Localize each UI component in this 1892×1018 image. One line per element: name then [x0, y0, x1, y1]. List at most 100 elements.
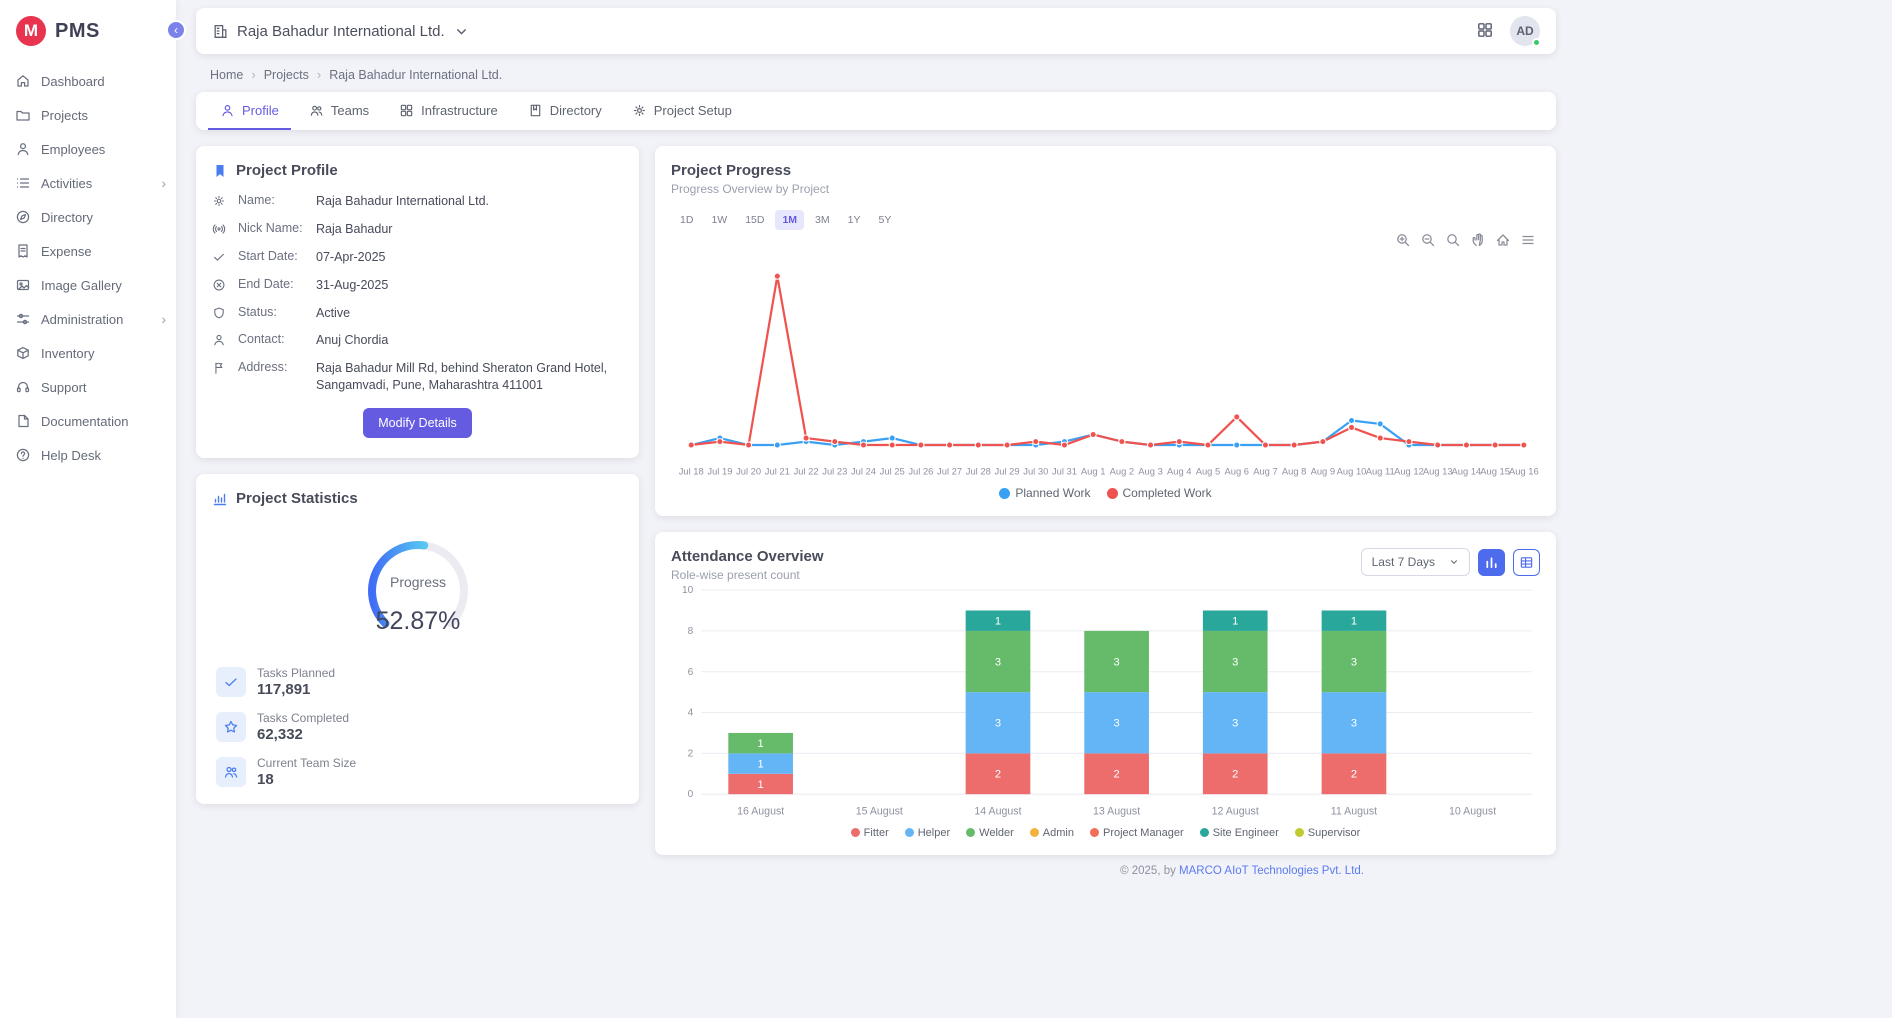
legend-supervisor[interactable]: Supervisor: [1295, 827, 1361, 839]
administration-icon: [15, 311, 31, 327]
legend-dot: [999, 488, 1010, 499]
sidebar-item-support[interactable]: Support: [0, 370, 176, 404]
sidebar-collapse-button[interactable]: ‹: [166, 20, 186, 40]
profile-field-nick-name-: Nick Name: Raja Bahadur: [212, 221, 623, 238]
sidebar-item-expense[interactable]: Expense: [0, 234, 176, 268]
menu-icon[interactable]: [1520, 232, 1536, 248]
sidebar-item-image-gallery[interactable]: Image Gallery: [0, 268, 176, 302]
field-value: Raja Bahadur: [316, 221, 623, 238]
breadcrumb-item-home[interactable]: Home: [210, 68, 243, 82]
legend-planned-work[interactable]: Planned Work: [999, 486, 1090, 500]
apps-grid-button[interactable]: [1476, 21, 1494, 42]
svg-text:Aug 3: Aug 3: [1138, 465, 1163, 476]
tab-label: Profile: [242, 103, 279, 118]
sidebar-item-activities[interactable]: Activities›: [0, 166, 176, 200]
svg-text:15 August: 15 August: [856, 806, 903, 818]
range-1w-button[interactable]: 1W: [704, 210, 734, 230]
attendance-chart[interactable]: 024681011116 August15 August233114 Augus…: [671, 582, 1540, 822]
sidebar-item-dashboard[interactable]: Dashboard: [0, 64, 176, 98]
legend-site-engineer[interactable]: Site Engineer: [1200, 827, 1279, 839]
legend-welder[interactable]: Welder: [966, 827, 1014, 839]
home-icon[interactable]: [1495, 232, 1511, 248]
legend-dot: [1107, 488, 1118, 499]
tab-directory[interactable]: Directory: [516, 92, 614, 130]
person-icon: [212, 333, 226, 347]
breadcrumb-item-projects[interactable]: Projects: [264, 68, 309, 82]
svg-text:1: 1: [758, 779, 764, 791]
tab-project-setup[interactable]: Project Setup: [620, 92, 744, 130]
svg-text:3: 3: [995, 718, 1001, 730]
gauge-value: 52.87%: [375, 607, 460, 635]
field-label: Nick Name:: [238, 221, 312, 235]
stat-tasks-completed: Tasks Completed62,332: [216, 711, 623, 743]
company-selector[interactable]: Raja Bahadur International Ltd.: [212, 23, 470, 40]
sidebar-item-inventory[interactable]: Inventory: [0, 336, 176, 370]
zoom-in-icon[interactable]: [1395, 232, 1411, 248]
pan-icon[interactable]: [1470, 232, 1486, 248]
svg-text:Aug 8: Aug 8: [1282, 465, 1307, 476]
tab-infrastructure[interactable]: Infrastructure: [387, 92, 510, 130]
range-3m-button[interactable]: 3M: [808, 210, 837, 230]
field-label: Status:: [238, 305, 312, 319]
project-progress-card: Project Progress Progress Overview by Pr…: [655, 146, 1556, 516]
sidebar-item-label: Projects: [41, 108, 166, 123]
zoom-selection-icon[interactable]: [1445, 232, 1461, 248]
gear-icon: [212, 194, 226, 208]
legend-admin[interactable]: Admin: [1030, 827, 1074, 839]
stat-items: Tasks Planned117,891 Tasks Completed62,33…: [212, 666, 623, 788]
sidebar-item-administration[interactable]: Administration›: [0, 302, 176, 336]
svg-text:3: 3: [1232, 657, 1238, 669]
chevron-down-icon: [453, 23, 470, 40]
footer-link[interactable]: MARCO AIoT Technologies Pvt. Ltd.: [1179, 865, 1364, 877]
legend-label: Project Manager: [1103, 827, 1184, 839]
footer-text: © 2025, by: [1120, 865, 1179, 877]
chart-subtitle: Progress Overview by Project: [671, 182, 829, 196]
stat-icon-box: [216, 712, 246, 742]
range-1d-button[interactable]: 1D: [673, 210, 700, 230]
table-view-toggle[interactable]: [1513, 549, 1540, 576]
field-value: Raja Bahadur International Ltd.: [316, 193, 623, 210]
legend-fitter[interactable]: Fitter: [851, 827, 889, 839]
stat-label: Tasks Planned: [257, 666, 335, 680]
sidebar-item-projects[interactable]: Projects: [0, 98, 176, 132]
expense-icon: [15, 243, 31, 259]
chevron-down-icon: [1449, 557, 1459, 567]
app-logo: M PMS: [0, 0, 176, 64]
svg-text:Aug 4: Aug 4: [1167, 465, 1191, 476]
svg-text:Jul 29: Jul 29: [995, 465, 1020, 476]
field-value: 07-Apr-2025: [316, 249, 623, 266]
stat-icon-box: [216, 667, 246, 697]
range-5y-button[interactable]: 5Y: [871, 210, 898, 230]
sidebar-item-documentation[interactable]: Documentation: [0, 404, 176, 438]
inventory-icon: [15, 345, 31, 361]
range-1y-button[interactable]: 1Y: [841, 210, 868, 230]
legend-project-manager[interactable]: Project Manager: [1090, 827, 1184, 839]
sidebar-item-employees[interactable]: Employees: [0, 132, 176, 166]
legend-label: Welder: [979, 827, 1014, 839]
user-menu[interactable]: AD: [1510, 16, 1540, 46]
tab-profile[interactable]: Profile: [208, 92, 291, 130]
svg-text:3: 3: [1114, 657, 1120, 669]
legend-helper[interactable]: Helper: [905, 827, 950, 839]
svg-text:1: 1: [1232, 616, 1238, 628]
tab-teams[interactable]: Teams: [297, 92, 381, 130]
sidebar-item-label: Expense: [41, 244, 166, 259]
legend-completed-work[interactable]: Completed Work: [1107, 486, 1212, 500]
range-15d-button[interactable]: 15D: [738, 210, 771, 230]
sidebar-item-help-desk[interactable]: Help Desk: [0, 438, 176, 472]
zoom-out-icon[interactable]: [1420, 232, 1436, 248]
bookmark-icon: [212, 163, 228, 179]
svg-text:Jul 20: Jul 20: [736, 465, 761, 476]
project-progress-chart[interactable]: Jul 18Jul 19Jul 20Jul 21Jul 22Jul 23Jul …: [671, 248, 1540, 482]
x-circle-icon: [212, 278, 226, 292]
sidebar-item-label: Help Desk: [41, 448, 166, 463]
modify-details-button[interactable]: Modify Details: [363, 408, 472, 438]
svg-text:2: 2: [688, 749, 694, 760]
broadcast-icon: [212, 222, 226, 236]
svg-text:10: 10: [682, 586, 694, 597]
sidebar-item-directory[interactable]: Directory: [0, 200, 176, 234]
bar-view-toggle[interactable]: [1478, 549, 1505, 576]
range-1m-button[interactable]: 1M: [775, 210, 804, 230]
stat-tasks-planned: Tasks Planned117,891: [216, 666, 623, 698]
date-range-select[interactable]: Last 7 Days: [1361, 548, 1470, 576]
